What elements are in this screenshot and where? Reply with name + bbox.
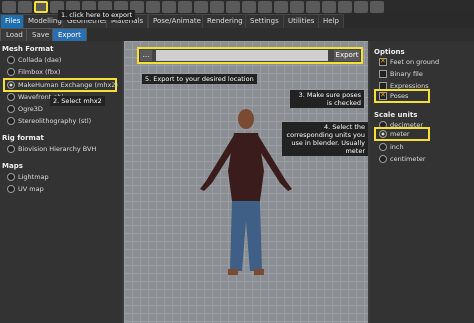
maps-title: Maps: [2, 162, 23, 170]
callout-3: 3. Make sure poses is checked: [290, 90, 364, 108]
radio-icon: [379, 155, 387, 163]
checkbox-checked-icon: [379, 56, 387, 66]
radio-lightmap[interactable]: Lightmap: [7, 172, 49, 182]
front-view-icon[interactable]: [226, 1, 240, 13]
callout-1: 1. click here to export: [58, 10, 136, 20]
radio-selected-icon: [7, 81, 15, 89]
bottom-view-icon[interactable]: [306, 1, 320, 13]
grid3-icon[interactable]: [210, 1, 224, 13]
radio-icon: [7, 105, 15, 113]
radio-uvmap[interactable]: UV map: [7, 184, 44, 194]
radio-bvh[interactable]: Biovision Hierarchy BVH: [7, 144, 96, 154]
tab-settings[interactable]: Settings: [245, 14, 284, 28]
screenshot-icon[interactable]: [354, 1, 368, 13]
tab-pose-animate[interactable]: Pose/Animate: [148, 14, 206, 28]
grid2-icon[interactable]: [194, 1, 208, 13]
radio-meter[interactable]: meter: [379, 129, 410, 139]
export-icon[interactable]: [34, 1, 48, 13]
top-view-icon[interactable]: [290, 1, 304, 13]
browse-button[interactable]: ...: [140, 50, 152, 61]
radio-mhx2[interactable]: MakeHuman Exchange (mhx2): [7, 80, 118, 90]
sub-tabs: Load Save Export: [0, 28, 474, 42]
tab-load[interactable]: Load: [0, 28, 29, 42]
reset-camera-icon[interactable]: [322, 1, 336, 13]
radio-icon: [7, 93, 15, 101]
checkbox-checked-icon: [379, 90, 387, 100]
radio-collada[interactable]: Collada (dae): [7, 55, 61, 65]
callout-5: 5. Export to your desired location: [142, 74, 257, 84]
tab-utilities[interactable]: Utilities: [283, 14, 320, 28]
export-button[interactable]: Export: [334, 50, 360, 61]
cb-poses[interactable]: Poses: [379, 90, 408, 101]
scale-units-title: Scale units: [374, 111, 418, 119]
radio-icon: [7, 173, 15, 181]
pose-icon[interactable]: [146, 1, 160, 13]
radio-inch[interactable]: inch: [379, 142, 404, 152]
tab-help[interactable]: Help: [318, 14, 344, 28]
options-title: Options: [374, 48, 405, 56]
radio-fbx[interactable]: Filmbox (fbx): [7, 67, 60, 77]
path-input[interactable]: [156, 50, 328, 61]
tab-save[interactable]: Save: [26, 28, 56, 42]
callout-4: 4. Select the corresponding units you us…: [282, 122, 368, 156]
radio-icon: [7, 145, 15, 153]
radio-stl[interactable]: Stereolithography (stl): [7, 116, 91, 126]
help-icon[interactable]: [370, 1, 384, 13]
skeleton-icon[interactable]: [338, 1, 352, 13]
right-view-icon[interactable]: [274, 1, 288, 13]
left-view-icon[interactable]: [258, 1, 272, 13]
tab-export[interactable]: Export: [52, 28, 87, 42]
save-icon[interactable]: [18, 1, 32, 13]
radio-icon: [7, 117, 15, 125]
checkbox-icon: [379, 70, 387, 78]
cb-binary-file[interactable]: Binary file: [379, 69, 423, 79]
callout-2: 2. Select mhx2: [50, 96, 105, 106]
radio-icon: [7, 68, 15, 76]
camera-icon[interactable]: [162, 1, 176, 13]
cb-feet-on-ground[interactable]: Feet on ground: [379, 56, 439, 67]
new-file-icon[interactable]: [2, 1, 16, 13]
radio-ogre[interactable]: Ogre3D: [7, 104, 43, 114]
radio-selected-icon: [379, 130, 387, 138]
radio-icon: [7, 56, 15, 64]
radio-icon: [7, 185, 15, 193]
mesh-format-title: Mesh Format: [2, 45, 54, 53]
back-view-icon[interactable]: [242, 1, 256, 13]
grid-icon[interactable]: [178, 1, 192, 13]
tab-files[interactable]: Files: [0, 14, 26, 28]
rig-format-title: Rig format: [2, 134, 44, 142]
radio-icon: [379, 143, 387, 151]
radio-centimeter[interactable]: centimeter: [379, 154, 426, 164]
tab-rendering[interactable]: Rendering: [202, 14, 248, 28]
